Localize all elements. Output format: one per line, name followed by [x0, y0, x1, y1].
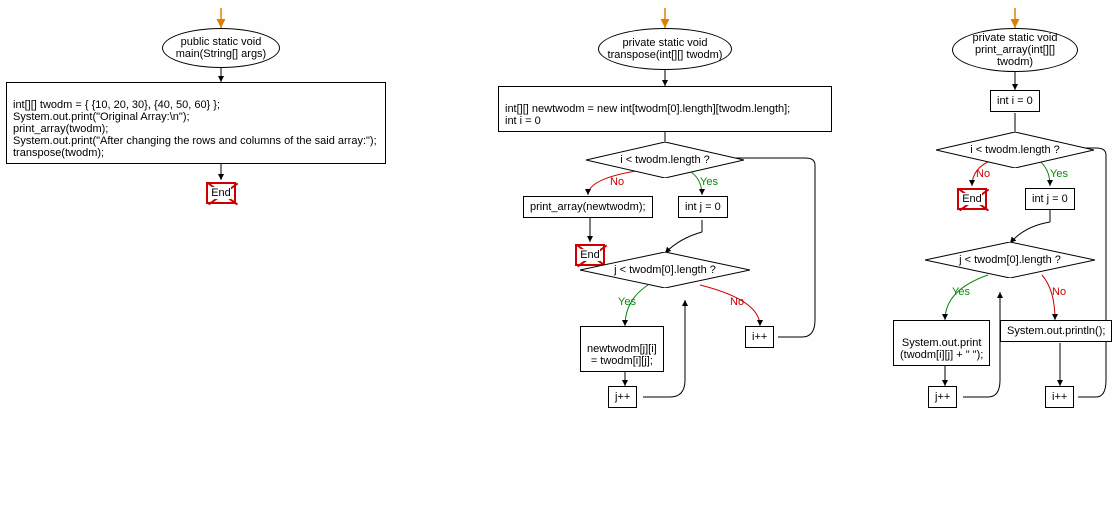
- jpp-transpose-text: j++: [615, 391, 630, 403]
- assign-newtwodm: newtwodm[j][i] = twodm[i][j];: [580, 326, 664, 372]
- end-print-text: End: [962, 193, 982, 205]
- start-main-text: public static void main(String[] args): [167, 36, 275, 60]
- no-label-p1: No: [976, 168, 990, 180]
- transpose-init-text: int[][] newtwodm = new int[twodm[0].leng…: [505, 103, 790, 127]
- int-j-0-transpose-text: int j = 0: [685, 201, 721, 213]
- sysout-print-text: System.out.print (twodm[i][j] + " ");: [900, 337, 983, 361]
- ipp-print-text: i++: [1052, 391, 1067, 403]
- yes-label-p1: Yes: [1050, 168, 1068, 180]
- int-j-0-transpose: int j = 0: [678, 196, 728, 218]
- cond-j-len-print: j < twodm[0].length ?: [925, 242, 1095, 278]
- int-i-0-print-text: int i = 0: [997, 95, 1033, 107]
- no-label-2: No: [730, 296, 744, 308]
- ipp-transpose: i++: [745, 326, 774, 348]
- int-j-0-print-text: int j = 0: [1032, 193, 1068, 205]
- jpp-print: j++: [928, 386, 957, 408]
- end-main-text: End: [211, 187, 231, 199]
- int-j-0-print: int j = 0: [1025, 188, 1075, 210]
- end-main: End: [206, 182, 236, 204]
- main-code-block: int[][] twodm = { {10, 20, 30}, {40, 50,…: [6, 82, 386, 164]
- start-transpose: private static void transpose(int[][] tw…: [598, 28, 732, 70]
- sysout-println: System.out.println();: [1000, 320, 1112, 342]
- no-label: No: [610, 176, 624, 188]
- cond-j-len-print-text: j < twodm[0].length ?: [891, 254, 1116, 266]
- yes-label-2: Yes: [618, 296, 636, 308]
- print-array-call: print_array(newtwodm);: [523, 196, 653, 218]
- start-main: public static void main(String[] args): [162, 28, 280, 68]
- sysout-print: System.out.print (twodm[i][j] + " ");: [893, 320, 990, 366]
- assign-newtwodm-text: newtwodm[j][i] = twodm[i][j];: [587, 343, 657, 367]
- start-print-array: private static void print_array(int[][] …: [952, 28, 1078, 72]
- end-print: End: [957, 188, 987, 210]
- cond-i-len-transpose: i < twodm.length ?: [586, 142, 744, 178]
- start-print-array-text: private static void print_array(int[][] …: [957, 32, 1073, 68]
- ipp-print: i++: [1045, 386, 1074, 408]
- jpp-print-text: j++: [935, 391, 950, 403]
- yes-label: Yes: [700, 176, 718, 188]
- ipp-transpose-text: i++: [752, 331, 767, 343]
- start-transpose-text: private static void transpose(int[][] tw…: [603, 37, 727, 61]
- main-code-text: int[][] twodm = { {10, 20, 30}, {40, 50,…: [13, 99, 377, 159]
- transpose-init: int[][] newtwodm = new int[twodm[0].leng…: [498, 86, 832, 132]
- cond-j-len-transpose-text: j < twodm[0].length ?: [546, 264, 784, 276]
- yes-label-p2: Yes: [952, 286, 970, 298]
- cond-i-len-print: i < twodm.length ?: [936, 132, 1094, 168]
- int-i-0-print: int i = 0: [990, 90, 1040, 112]
- end-transpose-text: End: [580, 249, 600, 261]
- jpp-transpose: j++: [608, 386, 637, 408]
- cond-i-len-transpose-text: i < twodm.length ?: [554, 154, 775, 166]
- cond-j-len-transpose: j < twodm[0].length ?: [580, 252, 750, 288]
- cond-i-len-print-text: i < twodm.length ?: [904, 144, 1116, 156]
- print-array-call-text: print_array(newtwodm);: [530, 201, 646, 213]
- no-label-p2: No: [1052, 286, 1066, 298]
- sysout-println-text: System.out.println();: [1007, 325, 1105, 337]
